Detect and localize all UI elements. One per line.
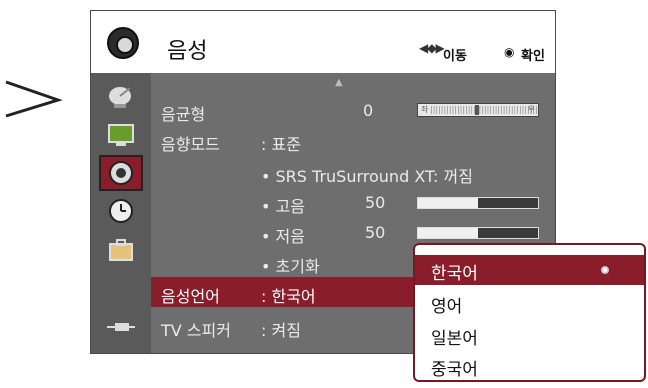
sidebar-item-channel[interactable] xyxy=(99,79,143,115)
monitor-icon xyxy=(108,124,134,146)
sound-mode-label: 음향모드 xyxy=(161,135,220,154)
treble-value: 50 xyxy=(365,193,386,212)
bass-fill xyxy=(418,228,478,238)
treble-fill xyxy=(418,198,478,208)
language-option-label: 중국어 xyxy=(431,360,478,380)
language-option-label: 일본어 xyxy=(431,329,478,349)
scroll-up-icon[interactable]: ▲ xyxy=(335,77,343,88)
row-balance[interactable]: 음균형 0 좌 ||||||||||||||||||||||||||||||||… xyxy=(151,95,555,125)
speaker-icon xyxy=(107,27,139,59)
srs-label: • SRS TruSurround XT: 꺼짐 xyxy=(261,167,473,186)
tv-speaker-label: TV 스피커 xyxy=(161,321,231,340)
screen: 음성 ◀◆▶ 이동 ◉ 확인 ▲ 음균형 0 좌 |||||||||||||||… xyxy=(0,0,648,388)
balance-value: 0 xyxy=(363,101,374,120)
pointer-arrow-icon xyxy=(5,80,63,118)
move-arrows-icon: ◀◆▶ xyxy=(419,41,445,55)
selected-radio-icon xyxy=(601,266,609,274)
row-treble[interactable]: • 고음 50 xyxy=(151,187,555,217)
ok-button-icon: ◉ xyxy=(504,45,515,59)
audio-language-value: : 한국어 xyxy=(261,287,316,306)
language-option-english[interactable]: 영어 xyxy=(415,288,644,318)
bass-slider[interactable] xyxy=(417,227,539,239)
balance-label: 음균형 xyxy=(161,105,206,124)
clock-icon xyxy=(109,199,133,223)
input-plug-icon xyxy=(107,323,135,331)
treble-slider[interactable] xyxy=(417,197,539,209)
language-popup: 한국어 영어 일본어 중국어 xyxy=(413,243,646,382)
balance-right-mark: 우 xyxy=(527,105,535,114)
language-option-label: 한국어 xyxy=(431,264,478,284)
sidebar xyxy=(91,73,151,353)
menu-header: 음성 ◀◆▶ 이동 ◉ 확인 xyxy=(91,11,555,73)
audio-language-label: 음성언어 xyxy=(161,287,220,306)
sidebar-item-time[interactable] xyxy=(99,193,143,229)
ok-label: 확인 xyxy=(521,49,545,64)
language-option-japanese[interactable]: 일본어 xyxy=(415,320,644,350)
treble-label: • 고음 xyxy=(261,197,305,216)
move-label: 이동 xyxy=(443,49,467,64)
tv-speaker-value: : 켜짐 xyxy=(261,321,301,340)
balance-slider[interactable]: 좌 ||||||||||||||||||||||||||||||||||||||… xyxy=(417,103,539,117)
satellite-dish-icon xyxy=(109,87,131,108)
sound-mode-value: : 표준 xyxy=(261,135,301,154)
language-option-korean[interactable]: 한국어 xyxy=(415,255,644,285)
sidebar-item-option[interactable] xyxy=(99,233,143,269)
bass-value: 50 xyxy=(365,223,386,242)
language-option-label: 영어 xyxy=(431,297,463,317)
balance-left-mark: 좌 xyxy=(421,105,429,114)
speaker-icon xyxy=(109,161,133,185)
balance-marker xyxy=(475,105,479,115)
sidebar-item-sound[interactable] xyxy=(99,155,143,191)
page-title: 음성 xyxy=(167,39,208,64)
row-srs[interactable]: • SRS TruSurround XT: 꺼짐 xyxy=(151,157,555,187)
language-option-chinese[interactable]: 중국어 xyxy=(415,351,644,380)
bass-label: • 저음 xyxy=(261,227,305,246)
sidebar-item-input[interactable] xyxy=(99,309,143,345)
reset-label: • 초기화 xyxy=(261,257,320,276)
row-sound-mode[interactable]: 음향모드 : 표준 xyxy=(151,125,555,155)
sidebar-item-picture[interactable] xyxy=(99,117,143,153)
toolbox-icon xyxy=(109,239,133,261)
